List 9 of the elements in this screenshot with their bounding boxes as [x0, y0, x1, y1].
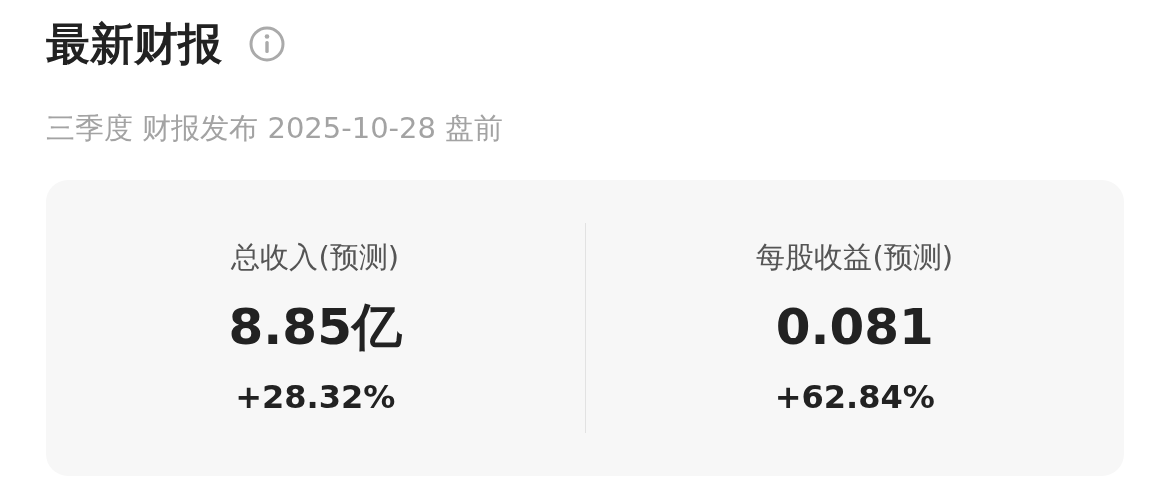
metric-change: +62.84% [774, 377, 935, 418]
metric-label: 总收入(预测) [231, 239, 400, 276]
report-date: 三季度 财报发布 2025-10-28 盘前 [46, 110, 505, 147]
info-icon[interactable] [248, 25, 286, 63]
metric-change: +28.32% [235, 377, 396, 418]
section-title: 最新财报 [46, 17, 222, 71]
metric-value: 8.85亿 [228, 297, 402, 358]
metric-value: 0.081 [775, 297, 934, 358]
metric-label: 每股收益(预测) [756, 239, 954, 276]
